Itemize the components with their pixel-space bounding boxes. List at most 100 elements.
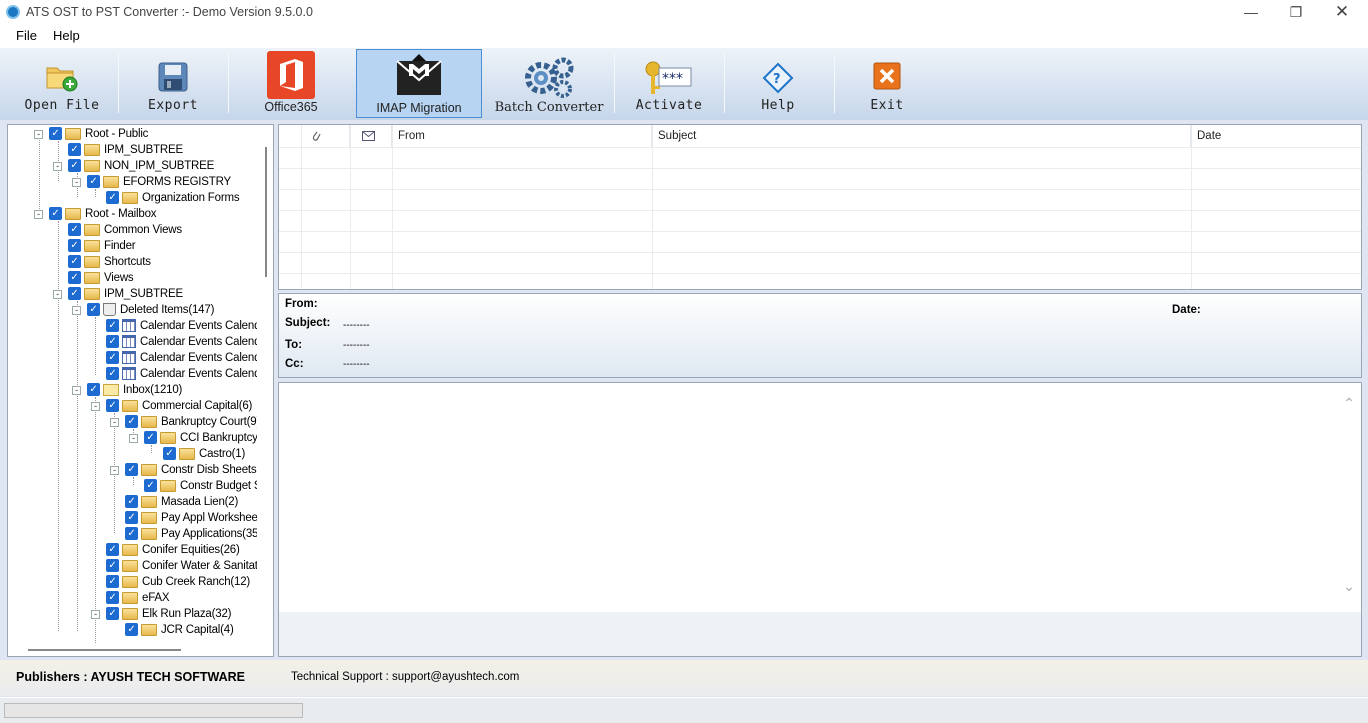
checkbox-icon[interactable]: ✓ bbox=[49, 207, 62, 220]
checkbox-icon[interactable]: ✓ bbox=[68, 255, 81, 268]
checkbox-icon[interactable]: ✓ bbox=[106, 543, 119, 556]
collapse-icon[interactable]: - bbox=[34, 130, 43, 139]
checkbox-icon[interactable]: ✓ bbox=[68, 159, 81, 172]
tree-node-pay-appl-worksheet[interactable]: ✓ Pay Appl Worksheet bbox=[125, 510, 261, 526]
exit-button[interactable]: Exit bbox=[840, 48, 934, 118]
checkbox-icon[interactable]: ✓ bbox=[106, 367, 119, 380]
tree-node-common-views[interactable]: ✓ Common Views bbox=[68, 222, 182, 238]
tree-node-deleted-items[interactable]: - ✓ Deleted Items(147) bbox=[72, 302, 214, 318]
activate-button[interactable]: *** Activate bbox=[620, 48, 718, 118]
checkbox-icon[interactable]: ✓ bbox=[68, 287, 81, 300]
tree-node-root-public[interactable]: - ✓ Root - Public bbox=[34, 126, 148, 142]
tree-node-efax[interactable]: ✓ eFAX bbox=[106, 590, 170, 606]
collapse-icon[interactable]: - bbox=[110, 418, 119, 427]
subject-column-header[interactable]: Subject bbox=[652, 125, 1191, 147]
checkbox-icon[interactable]: ✓ bbox=[144, 479, 157, 492]
collapse-icon[interactable]: - bbox=[91, 402, 100, 411]
tree-vertical-scrollbar[interactable] bbox=[257, 125, 273, 645]
checkbox-icon[interactable]: ✓ bbox=[106, 575, 119, 588]
menu-file[interactable]: File bbox=[16, 28, 37, 43]
scroll-down-icon[interactable]: ⌄ bbox=[1343, 578, 1355, 595]
scroll-up-icon[interactable]: ⌃ bbox=[1343, 395, 1355, 412]
checkbox-icon[interactable]: ✓ bbox=[87, 175, 100, 188]
date-column-header[interactable]: Date bbox=[1191, 125, 1361, 147]
message-list-grid[interactable]: From Subject Date bbox=[278, 124, 1362, 290]
checkbox-icon[interactable]: ✓ bbox=[125, 511, 138, 524]
tree-node-calendar-events[interactable]: ✓ Calendar Events Calenda bbox=[106, 366, 267, 382]
menu-help[interactable]: Help bbox=[53, 28, 80, 43]
checkbox-icon[interactable]: ✓ bbox=[163, 447, 176, 460]
checkbox-icon[interactable]: ✓ bbox=[68, 223, 81, 236]
checkbox-icon[interactable]: ✓ bbox=[106, 335, 119, 348]
tree-node-eforms-registry[interactable]: - ✓ EFORMS REGISTRY bbox=[72, 174, 231, 190]
restore-icon[interactable]: ❐ bbox=[1274, 2, 1318, 22]
from-column-header[interactable]: From bbox=[392, 125, 652, 147]
imap-migration-button[interactable]: IMAP Migration bbox=[356, 49, 482, 118]
tree-node-masada-lien[interactable]: ✓ Masada Lien(2) bbox=[125, 494, 238, 510]
tree-node-jcr-capital[interactable]: ✓ JCR Capital(4) bbox=[125, 622, 234, 638]
minimize-icon[interactable]: — bbox=[1229, 2, 1273, 22]
collapse-icon[interactable]: - bbox=[53, 290, 62, 299]
tree-horizontal-scroll-thumb[interactable] bbox=[28, 649, 181, 651]
tree-node-non-ipm-subtree[interactable]: - ✓ NON_IPM_SUBTREE bbox=[53, 158, 214, 174]
tree-node-castro[interactable]: ✓ Castro(1) bbox=[163, 446, 245, 462]
open-file-button[interactable]: Open File bbox=[8, 48, 116, 118]
read-status-column-header[interactable] bbox=[350, 125, 392, 147]
tree-node-views[interactable]: ✓ Views bbox=[68, 270, 134, 286]
checkbox-icon[interactable]: ✓ bbox=[87, 303, 100, 316]
checkbox-icon[interactable]: ✓ bbox=[144, 431, 157, 444]
checkbox-icon[interactable]: ✓ bbox=[68, 143, 81, 156]
collapse-icon[interactable]: - bbox=[72, 178, 81, 187]
tree-node-calendar-events[interactable]: ✓ Calendar Events Calenda bbox=[106, 334, 267, 350]
tree-node-root-mailbox[interactable]: - ✓ Root - Mailbox bbox=[34, 206, 157, 222]
tree-node-constr-disb-sheets[interactable]: - ✓ Constr Disb Sheets(4 bbox=[110, 462, 266, 478]
collapse-icon[interactable]: - bbox=[53, 162, 62, 171]
collapse-icon[interactable]: - bbox=[72, 386, 81, 395]
checkbox-icon[interactable]: ✓ bbox=[125, 415, 138, 428]
checkbox-icon[interactable]: ✓ bbox=[106, 351, 119, 364]
tree-node-elk-run-plaza[interactable]: - ✓ Elk Run Plaza(32) bbox=[91, 606, 231, 622]
tree-node-shortcuts[interactable]: ✓ Shortcuts bbox=[68, 254, 151, 270]
office365-button[interactable]: Office365 bbox=[232, 48, 350, 118]
tree-node-organization-forms[interactable]: ✓ Organization Forms bbox=[106, 190, 240, 206]
collapse-icon[interactable]: - bbox=[34, 210, 43, 219]
checkbox-icon[interactable]: ✓ bbox=[68, 239, 81, 252]
help-button[interactable]: ? Help bbox=[730, 48, 826, 118]
close-icon[interactable]: ✕ bbox=[1320, 2, 1364, 22]
tree-node-ipm-subtree-mailbox[interactable]: - ✓ IPM_SUBTREE bbox=[53, 286, 183, 302]
checkbox-icon[interactable]: ✓ bbox=[125, 463, 138, 476]
checkbox-icon[interactable]: ✓ bbox=[125, 623, 138, 636]
tree-node-commercial-capital[interactable]: - ✓ Commercial Capital(6) bbox=[91, 398, 252, 414]
checkbox-icon[interactable]: ✓ bbox=[49, 127, 62, 140]
checkbox-icon[interactable]: ✓ bbox=[106, 191, 119, 204]
tree-node-calendar-events[interactable]: ✓ Calendar Events Calenda bbox=[106, 318, 267, 334]
checkbox-icon[interactable]: ✓ bbox=[87, 383, 100, 396]
checkbox-icon[interactable]: ✓ bbox=[125, 495, 138, 508]
message-body-pane[interactable]: ⌃ ⌄ bbox=[278, 382, 1362, 657]
tree-node-inbox[interactable]: - ✓ Inbox(1210) bbox=[72, 382, 182, 398]
collapse-icon[interactable]: - bbox=[91, 610, 100, 619]
collapse-icon[interactable]: - bbox=[129, 434, 138, 443]
folder-tree[interactable]: - ✓ Root - Public ✓ IPM_SUBTREE - ✓ NON_IPM_S… bbox=[7, 124, 274, 657]
tree-vertical-scroll-thumb[interactable] bbox=[265, 147, 267, 277]
tree-horizontal-scrollbar[interactable] bbox=[8, 644, 258, 656]
tree-node-pay-applications[interactable]: ✓ Pay Applications(35) bbox=[125, 526, 262, 542]
tree-node-cub-creek-ranch[interactable]: ✓ Cub Creek Ranch(12) bbox=[106, 574, 250, 590]
collapse-icon[interactable]: - bbox=[72, 306, 81, 315]
checkbox-icon[interactable]: ✓ bbox=[106, 399, 119, 412]
tree-node-cci-bankruptcy[interactable]: - ✓ CCI Bankruptcy( bbox=[129, 430, 262, 446]
checkbox-icon[interactable]: ✓ bbox=[125, 527, 138, 540]
checkbox-icon[interactable]: ✓ bbox=[106, 607, 119, 620]
tree-node-ipm-subtree-public[interactable]: ✓ IPM_SUBTREE bbox=[68, 142, 183, 158]
collapse-icon[interactable]: - bbox=[110, 466, 119, 475]
checkbox-icon[interactable]: ✓ bbox=[68, 271, 81, 284]
tree-node-finder[interactable]: ✓ Finder bbox=[68, 238, 136, 254]
tree-node-bankruptcy-court[interactable]: - ✓ Bankruptcy Court(9) bbox=[110, 414, 260, 430]
attachment-column-header[interactable] bbox=[301, 125, 350, 147]
tree-node-conifer-equities[interactable]: ✓ Conifer Equities(26) bbox=[106, 542, 240, 558]
tree-node-conifer-water[interactable]: ✓ Conifer Water & Sanitatic bbox=[106, 558, 266, 574]
checkbox-icon[interactable]: ✓ bbox=[106, 319, 119, 332]
export-button[interactable]: Export bbox=[122, 48, 224, 118]
tree-node-constr-budget[interactable]: ✓ Constr Budget Su bbox=[144, 478, 268, 494]
checkbox-icon[interactable]: ✓ bbox=[106, 591, 119, 604]
